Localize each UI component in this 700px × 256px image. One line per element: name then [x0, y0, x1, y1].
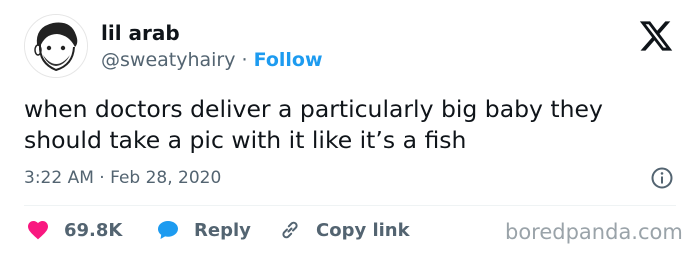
follow-button[interactable]: Follow [254, 49, 323, 71]
reply-label: Reply [194, 219, 251, 241]
heart-icon [28, 221, 48, 240]
reply-button[interactable]: Reply [156, 216, 251, 244]
tweet-date: Feb 28, 2020 [110, 168, 222, 188]
meta-separator: · [99, 168, 105, 188]
copy-link-label: Copy link [316, 219, 410, 241]
x-logo-icon[interactable] [638, 18, 674, 54]
speech-bubble-icon [158, 221, 178, 239]
info-icon[interactable] [650, 166, 674, 190]
like-count: 69.8K [64, 219, 123, 241]
handle-row: @sweatyhairy · Follow [101, 47, 323, 73]
link-icon [282, 221, 298, 239]
handle-separator: · [241, 49, 248, 71]
display-name[interactable]: lil arab [101, 20, 180, 46]
cartoon-avatar-icon [25, 15, 87, 77]
avatar[interactable] [24, 14, 88, 78]
tweet-time: 3:22 AM [24, 168, 94, 188]
tweet-card: lil arab @sweatyhairy · Follow when doct… [0, 0, 700, 256]
tweet-timestamp[interactable]: 3:22 AM · Feb 28, 2020 [24, 166, 221, 190]
tweet-text: when doctors deliver a particularly big … [24, 95, 603, 154]
divider [24, 205, 676, 206]
like-button[interactable]: 69.8K [26, 216, 122, 244]
watermark: boredpanda.com [505, 220, 683, 244]
copy-link-button[interactable]: Copy link [278, 216, 410, 244]
handle[interactable]: @sweatyhairy [101, 49, 235, 71]
